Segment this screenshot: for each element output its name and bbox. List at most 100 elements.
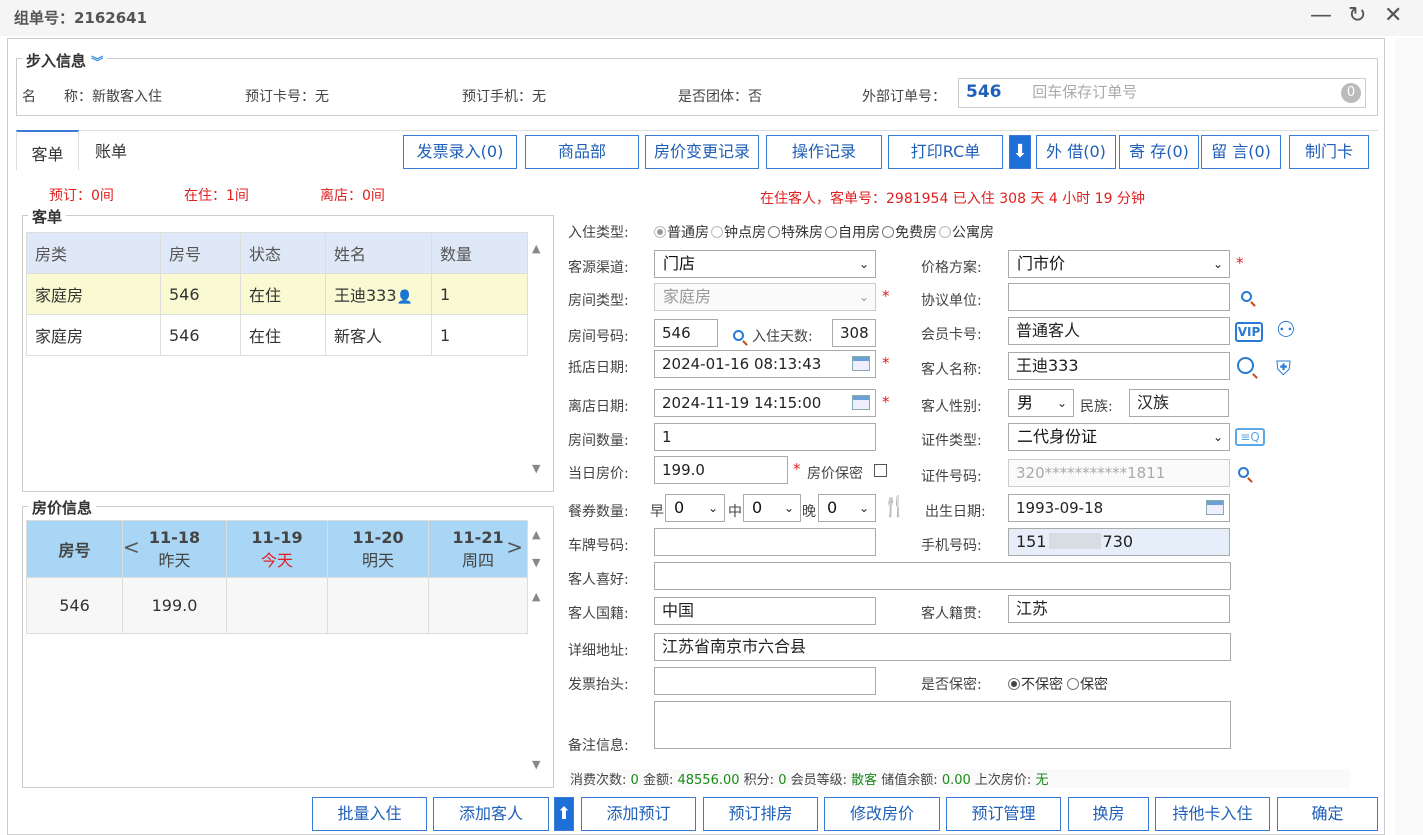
guest-search-icon[interactable] bbox=[1237, 357, 1254, 374]
table-row[interactable]: 家庭房 546 在住 王迪333👤 1 bbox=[26, 273, 528, 315]
id-reader-icon[interactable]: ≡Q bbox=[1235, 428, 1265, 446]
rate-history-button[interactable]: 房价变更记录 bbox=[645, 135, 759, 169]
ethnic-input[interactable]: 汉族 bbox=[1129, 389, 1229, 417]
guest-input[interactable]: 王迪333 bbox=[1008, 352, 1230, 380]
rate-scroll-up2-icon[interactable]: ▲ bbox=[532, 590, 540, 603]
id-type-label: 证件类型: bbox=[921, 433, 982, 449]
next-arrow-icon[interactable]: > bbox=[506, 535, 523, 559]
price-plan-label: 价格方案: bbox=[921, 260, 982, 276]
native-input[interactable]: 江苏 bbox=[1008, 595, 1230, 623]
radio-free[interactable] bbox=[882, 226, 894, 238]
booking-manage-button[interactable]: 预订管理 bbox=[946, 797, 1061, 831]
goods-button[interactable]: 商品部 bbox=[525, 135, 639, 169]
mobile-mask bbox=[1048, 533, 1101, 549]
radio-self[interactable] bbox=[825, 226, 837, 238]
hobby-input[interactable] bbox=[654, 562, 1231, 590]
nation-label: 客人国籍: bbox=[568, 606, 629, 622]
agreement-input[interactable] bbox=[1008, 283, 1230, 311]
depart-calendar-icon[interactable] bbox=[852, 395, 870, 410]
meal-lunch-select[interactable]: 0 ⌄ bbox=[743, 494, 801, 522]
id-search-icon[interactable] bbox=[1238, 467, 1249, 478]
price-secret-checkbox[interactable] bbox=[874, 464, 887, 477]
add-booking-button[interactable]: 添加预订 bbox=[581, 797, 696, 831]
status-line: 在住客人，客单号：2981954 已入住 308 天 4 小时 19 分钟 bbox=[760, 191, 1145, 207]
rate-scroll-down2-icon[interactable]: ▼ bbox=[532, 758, 540, 771]
birth-label: 出生日期: bbox=[925, 504, 986, 520]
radio-normal[interactable] bbox=[654, 226, 666, 238]
confirm-button[interactable]: 确定 bbox=[1277, 797, 1378, 831]
id-type-select[interactable]: 二代身份证 ⌄ bbox=[1008, 423, 1230, 451]
prev-arrow-icon[interactable]: < bbox=[123, 535, 140, 559]
plate-label: 车牌号码: bbox=[568, 538, 629, 554]
rate-scroll-down-icon[interactable]: ▼ bbox=[532, 556, 540, 569]
change-room-button[interactable]: 换房 bbox=[1068, 797, 1149, 831]
add-guest-button[interactable]: 添加客人 bbox=[433, 797, 549, 831]
price-label: 当日房价: bbox=[568, 466, 629, 482]
arrive-input[interactable]: 2024-01-16 08:13:43 bbox=[654, 350, 876, 378]
rate-table: 房号 <11-18 昨天 11-19 今天 11-20 明天 11-21 周四 > 546… bbox=[26, 520, 528, 634]
id-no-input[interactable]: 320***********1811 bbox=[1008, 459, 1230, 487]
depart-input[interactable]: 2024-11-19 14:15:00 bbox=[654, 389, 876, 417]
radio-hourly[interactable] bbox=[711, 226, 723, 238]
vip-icon[interactable]: VIP bbox=[1235, 322, 1263, 342]
print-rc-button[interactable]: 打印RC单 bbox=[888, 135, 1003, 169]
rooms-input[interactable]: 1 bbox=[654, 423, 876, 451]
member-input[interactable]: 普通客人 bbox=[1008, 317, 1230, 345]
radio-special[interactable] bbox=[768, 226, 780, 238]
stats-bar: 消费次数: 0 金额: 48556.00 积分: 0 会员等级: 散客 储值余额… bbox=[568, 769, 1350, 788]
radio-not-secret[interactable] bbox=[1008, 678, 1020, 690]
room-search-icon[interactable] bbox=[733, 330, 744, 341]
tab-order[interactable]: 客单 bbox=[16, 130, 79, 170]
add-member-icon[interactable]: ⚇ bbox=[1276, 318, 1296, 343]
meal-utensils-icon[interactable]: 🍴 bbox=[882, 494, 907, 518]
arrive-calendar-icon[interactable] bbox=[852, 356, 870, 371]
booking-assign-button[interactable]: 预订排房 bbox=[703, 797, 818, 831]
address-input[interactable]: 江苏省南京市六合县 bbox=[654, 633, 1231, 661]
right-scroll-strip[interactable] bbox=[1395, 38, 1423, 835]
order-scroll-up-icon[interactable]: ▲ bbox=[532, 242, 540, 255]
collapse-chevron-icon[interactable]: ︾ bbox=[91, 55, 103, 69]
message-button[interactable]: 留 言(0) bbox=[1201, 135, 1281, 169]
room-no-label: 房间号码: bbox=[568, 329, 629, 345]
radio-secret[interactable] bbox=[1067, 678, 1079, 690]
rate-scroll-up-icon[interactable]: ▲ bbox=[532, 528, 540, 541]
refresh-icon[interactable]: ↻ bbox=[1348, 2, 1366, 30]
arrow-down-icon[interactable]: ⬇ bbox=[1009, 135, 1031, 169]
other-card-checkin-button[interactable]: 持他卡入住 bbox=[1155, 797, 1270, 831]
guest-shield-icon[interactable]: ⛨ bbox=[1276, 356, 1291, 380]
plate-input[interactable] bbox=[654, 528, 876, 556]
arrow-up-icon[interactable]: ⬆ bbox=[554, 797, 574, 831]
required-mark: * bbox=[882, 354, 890, 372]
days-input[interactable]: 308 bbox=[832, 319, 876, 347]
order-scroll-down-icon[interactable]: ▼ bbox=[532, 462, 540, 475]
close-icon[interactable]: ✕ bbox=[1384, 2, 1402, 30]
room-type-select[interactable]: 家庭房 ⌄ bbox=[654, 283, 876, 311]
external-order-input[interactable]: 546 回车保存订单号 0 bbox=[958, 78, 1366, 108]
mobile-input[interactable]: 151 730 bbox=[1008, 528, 1230, 556]
modify-rate-button[interactable]: 修改房价 bbox=[824, 797, 940, 831]
agreement-search-icon[interactable] bbox=[1241, 291, 1252, 302]
batch-checkin-button[interactable]: 批量入住 bbox=[312, 797, 427, 831]
invoice-entry-button[interactable]: 发票录入(0) bbox=[403, 135, 517, 169]
table-row[interactable]: 家庭房 546 在住 新客人 1 bbox=[26, 314, 528, 356]
lend-button[interactable]: 外 借(0) bbox=[1036, 135, 1116, 169]
minimize-icon[interactable]: — bbox=[1310, 2, 1332, 30]
make-door-card-button[interactable]: 制门卡 bbox=[1289, 135, 1369, 169]
radio-apartment[interactable] bbox=[939, 226, 951, 238]
invoice-input[interactable] bbox=[654, 667, 876, 695]
tab-bill[interactable]: 账单 bbox=[80, 130, 142, 170]
gender-select[interactable]: 男 ⌄ bbox=[1008, 389, 1074, 417]
meal-dinner-select[interactable]: 0 ⌄ bbox=[818, 494, 876, 522]
room-no-input[interactable]: 546 bbox=[654, 319, 718, 347]
meal-breakfast-select[interactable]: 0 ⌄ bbox=[665, 494, 725, 522]
operation-log-button[interactable]: 操作记录 bbox=[766, 135, 882, 169]
nation-input[interactable]: 中国 bbox=[654, 597, 876, 625]
price-input[interactable]: 199.0 bbox=[654, 456, 788, 484]
remark-textarea[interactable] bbox=[654, 701, 1231, 749]
price-plan-select[interactable]: 门市价 ⌄ bbox=[1008, 250, 1230, 278]
birth-calendar-icon[interactable] bbox=[1206, 500, 1224, 515]
source-select[interactable]: 门店 ⌄ bbox=[654, 250, 876, 278]
deposit-button[interactable]: 寄 存(0) bbox=[1119, 135, 1199, 169]
step-info-legend: 步入信息 ︾ bbox=[22, 50, 108, 71]
birth-input[interactable]: 1993-09-18 bbox=[1008, 494, 1230, 522]
